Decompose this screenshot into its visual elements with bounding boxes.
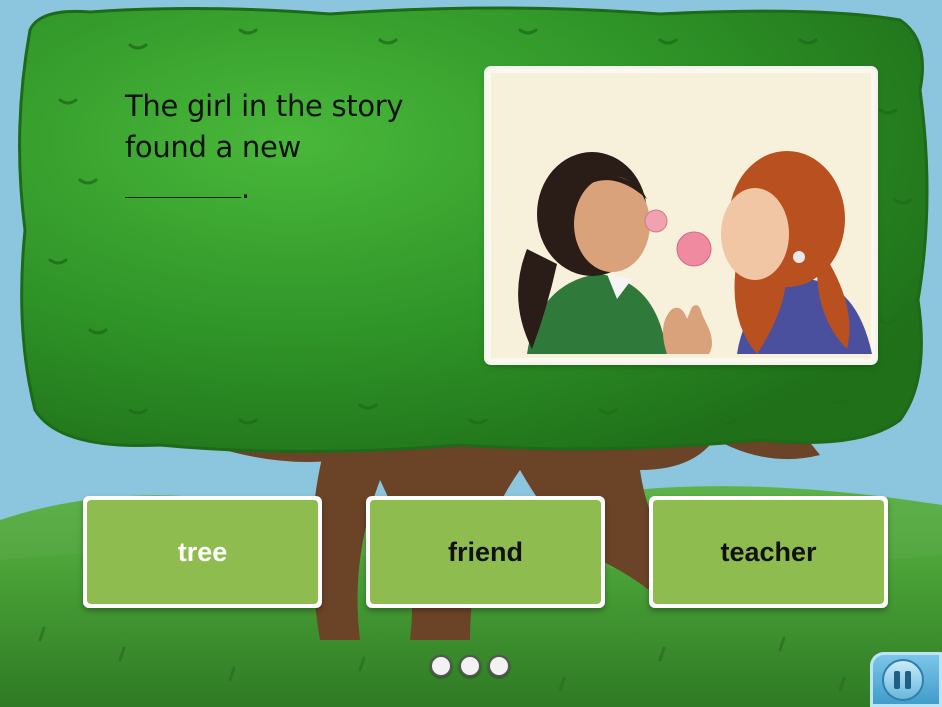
progress-dot <box>488 655 510 677</box>
choice-label-teacher: teacher <box>653 500 884 604</box>
choice-button-teacher[interactable]: teacher <box>649 496 888 608</box>
pause-icon <box>882 659 924 701</box>
progress-dots <box>430 655 510 677</box>
answer-blank <box>125 169 241 198</box>
choice-label-tree: tree <box>87 500 318 604</box>
question-end-punct: . <box>241 171 250 205</box>
choice-label-friend: friend <box>370 500 601 604</box>
story-illustration <box>487 69 875 362</box>
progress-dot <box>430 655 452 677</box>
progress-dot <box>459 655 481 677</box>
pause-button[interactable] <box>870 652 942 707</box>
choice-button-friend[interactable]: friend <box>366 496 605 608</box>
choice-button-tree[interactable]: tree <box>83 496 322 608</box>
girls-bubblegum-illustration <box>491 73 872 358</box>
question-line-2: found a new <box>125 130 301 164</box>
question-prompt: The girl in the story found a new . <box>125 86 445 209</box>
question-line-1: The girl in the story <box>125 89 404 123</box>
